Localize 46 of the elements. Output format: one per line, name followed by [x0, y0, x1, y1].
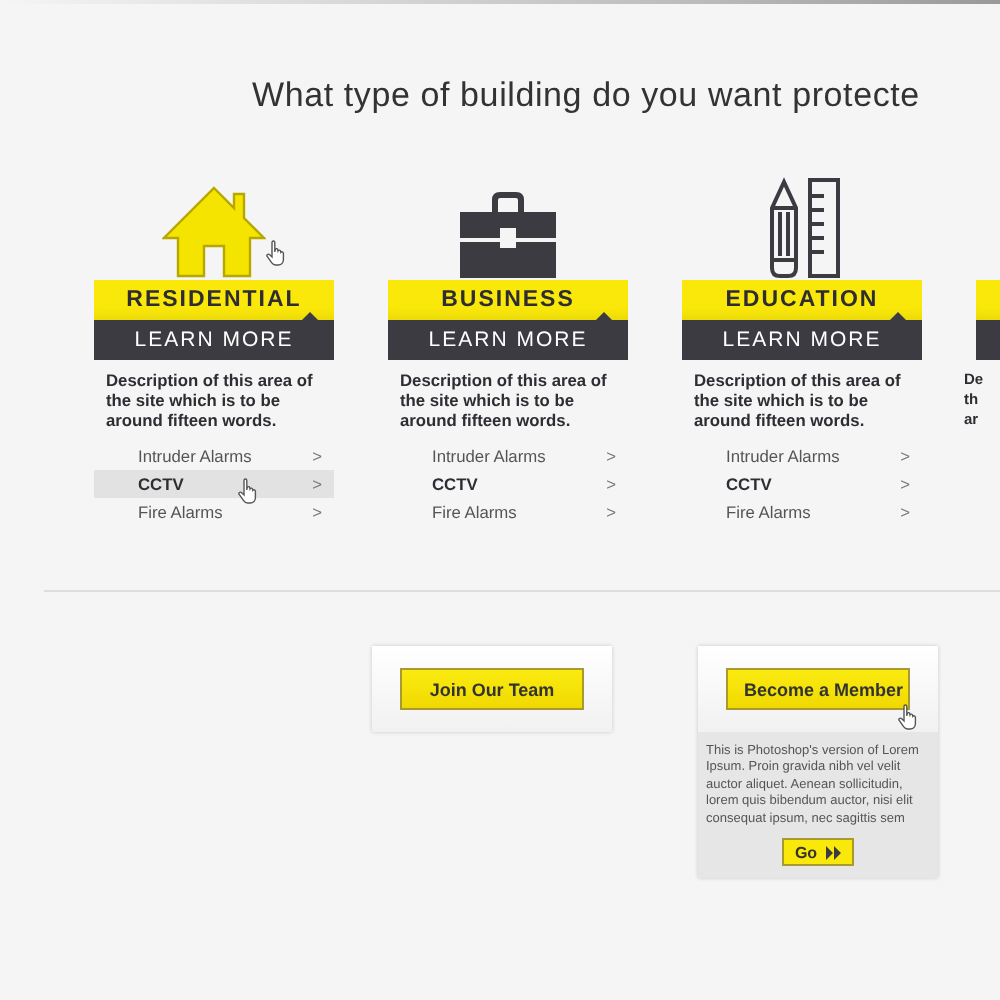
service-link[interactable]: Intruder Alarms >	[682, 442, 922, 470]
link-label: CCTV	[138, 474, 184, 494]
link-label: CCTV	[432, 474, 478, 494]
link-label: Intruder Alarms	[726, 446, 840, 466]
hand-cursor-icon	[266, 240, 286, 266]
action-button[interactable]: Join Our Team	[400, 668, 584, 710]
service-link[interactable]: Fire Alarms >	[682, 498, 922, 526]
category-title: BUSINESS	[388, 280, 628, 320]
chevron-icon: >	[606, 474, 616, 494]
link-label: Intruder Alarms	[138, 446, 252, 466]
category-title: RESIDENTIAL	[94, 280, 334, 320]
chevron-icon: >	[900, 446, 910, 466]
chevron-icon: >	[312, 474, 322, 494]
chevron-icon: >	[312, 502, 322, 522]
chevron-icon: >	[900, 474, 910, 494]
learn-more-button[interactable]: LEARN MORE	[682, 320, 922, 360]
go-button[interactable]: Go	[782, 838, 854, 867]
service-link[interactable]: Intruder Alarms >	[388, 442, 628, 470]
house-icon	[162, 184, 266, 280]
double-chevron-icon	[825, 845, 842, 860]
chevron-icon: >	[606, 502, 616, 522]
category-title: EDUCATION	[682, 280, 922, 320]
chevron-icon: >	[312, 446, 322, 466]
service-link[interactable]: Intruder Alarms >	[94, 442, 334, 470]
category-description: Description of this area of the site which is to be around fifteen words.	[694, 370, 903, 430]
link-label: Intruder Alarms	[432, 446, 546, 466]
learn-more-button[interactable]: LEARN MORE	[388, 320, 628, 360]
service-link[interactable]: Fire Alarms >	[388, 498, 628, 526]
link-label: Fire Alarms	[138, 502, 223, 522]
service-link[interactable]: CCTV >	[388, 470, 628, 498]
link-label: CCTV	[726, 474, 772, 494]
briefcase-icon	[456, 188, 560, 280]
page-heading: What type of building do you want protecte	[252, 76, 920, 116]
link-label: Fire Alarms	[432, 502, 517, 522]
service-link[interactable]: CCTV >	[682, 470, 922, 498]
chevron-icon: >	[900, 502, 910, 522]
chevron-icon: >	[606, 446, 616, 466]
service-link[interactable]: CCTV >	[94, 470, 334, 498]
category-description: Description of this area of the site which is to be around fifteen words.	[106, 370, 315, 430]
learn-more-button[interactable]: LEARN MORE	[94, 320, 334, 360]
service-link[interactable]: Fire Alarms >	[94, 498, 334, 526]
action-button[interactable]: Become a Member	[726, 668, 910, 710]
category-description: Description of this area of the site which is to be around fifteen words.	[400, 370, 609, 430]
hand-cursor-icon	[898, 704, 918, 730]
link-label: Fire Alarms	[726, 502, 811, 522]
hand-cursor-icon	[238, 478, 258, 504]
